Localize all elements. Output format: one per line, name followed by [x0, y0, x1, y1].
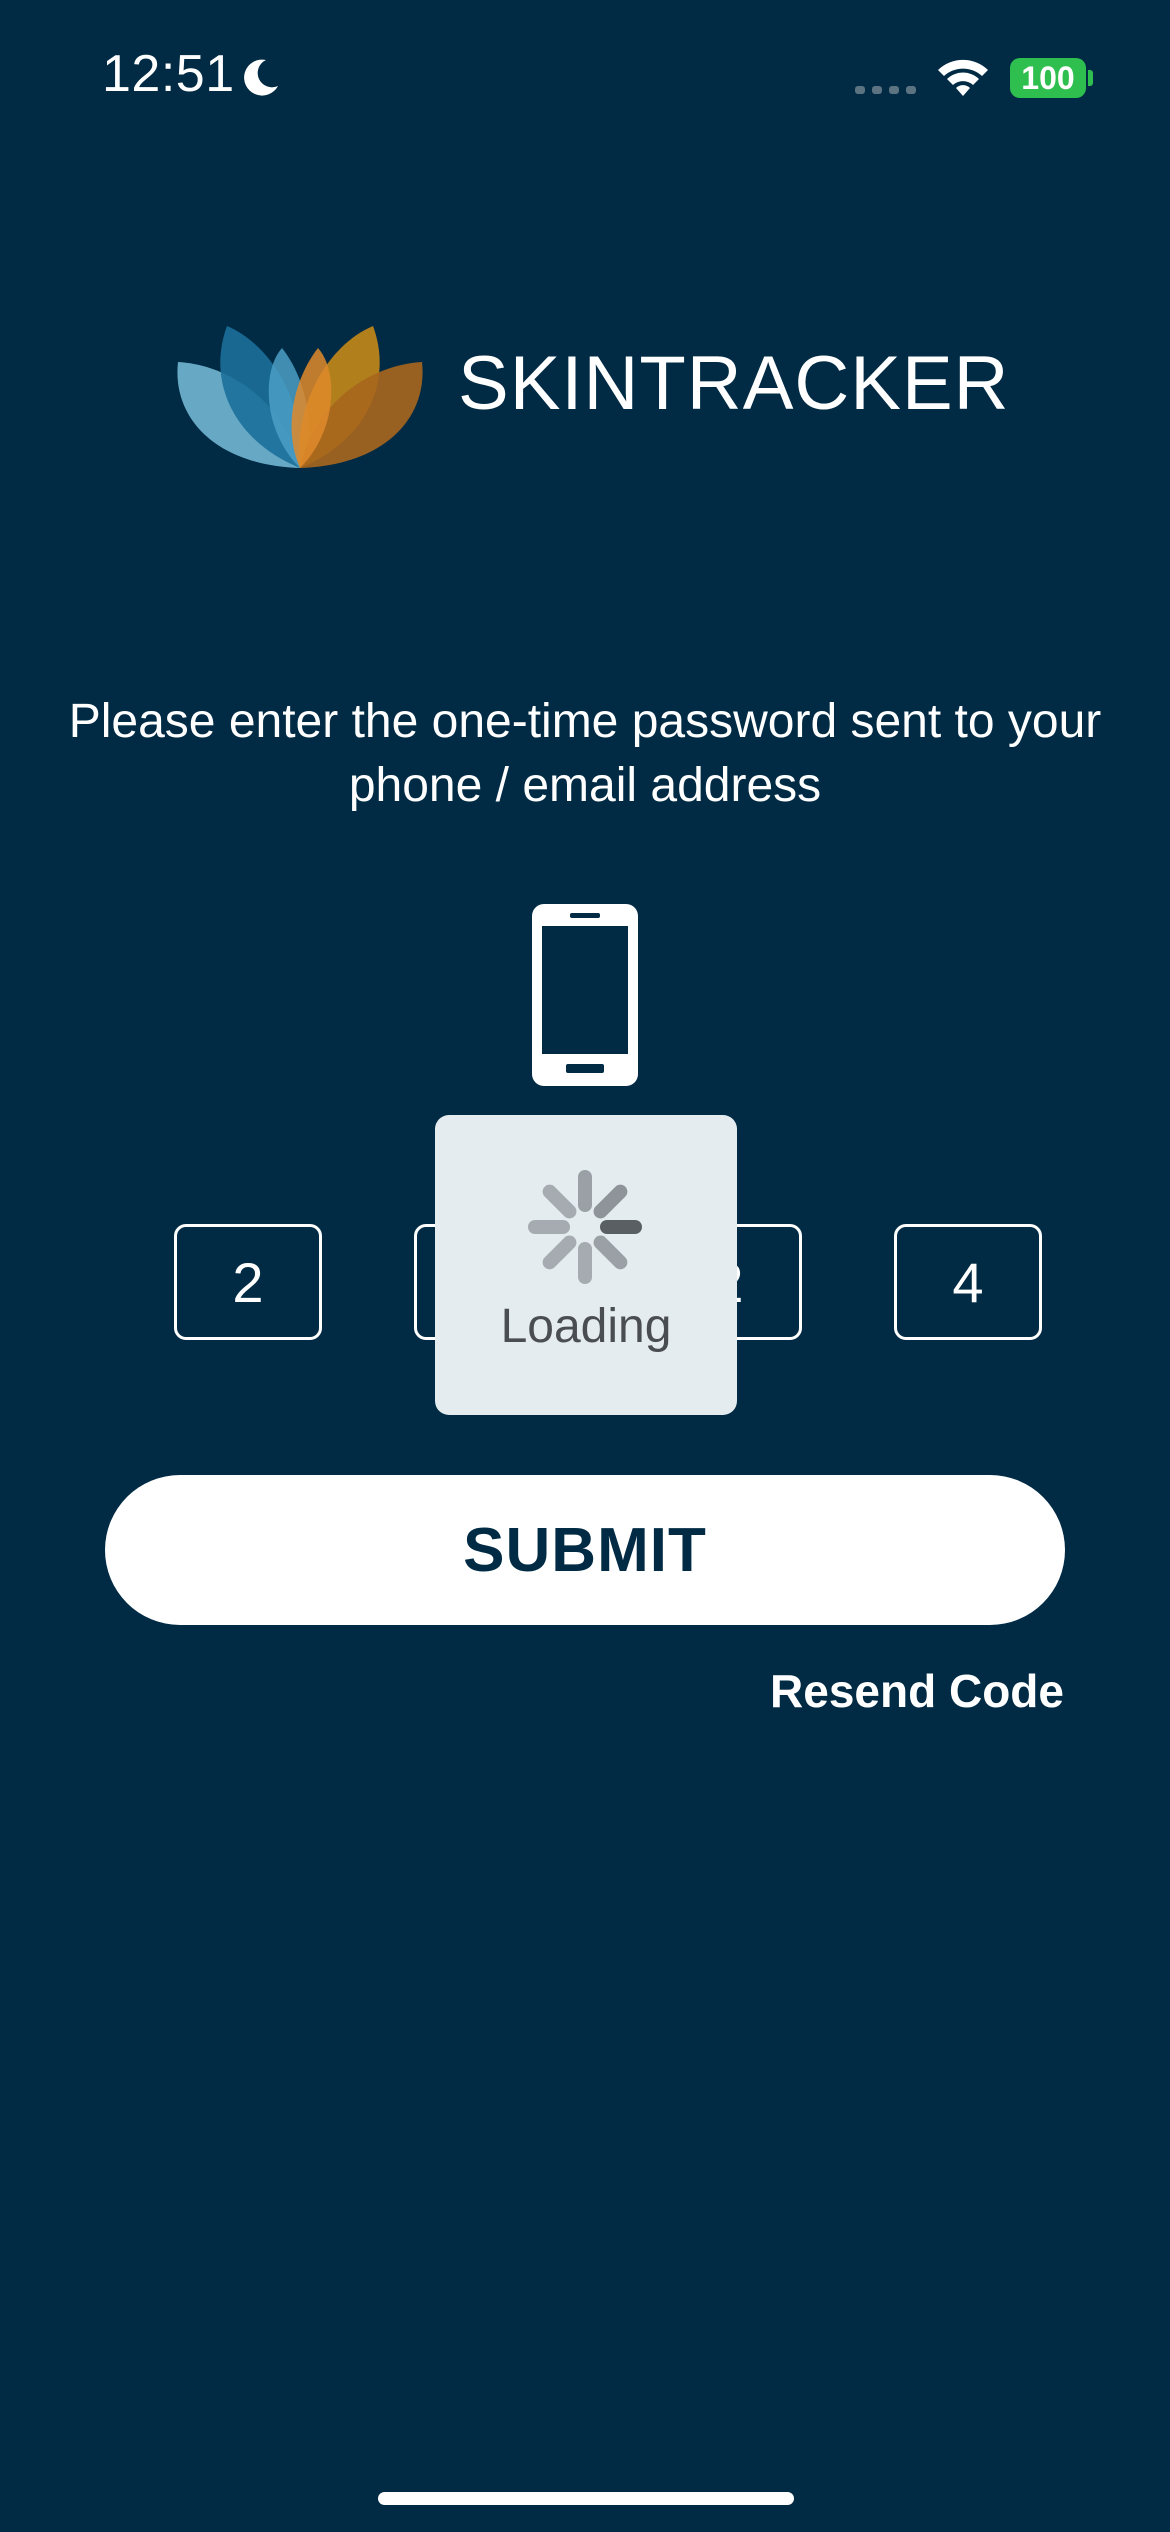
skintracker-logo-icon — [177, 326, 423, 468]
submit-button[interactable]: SUBMIT — [105, 1475, 1065, 1625]
battery-icon: 100 — [1010, 58, 1086, 98]
spinner-icon — [528, 1170, 642, 1284]
cellular-signal-icon — [855, 86, 916, 94]
moon-icon — [244, 59, 278, 96]
status-time: 12:51 — [102, 45, 235, 103]
wifi-icon — [938, 59, 988, 96]
smartphone-icon — [532, 904, 638, 1086]
brand-name: SKINTRACKER — [458, 341, 1010, 426]
loading-overlay: Loading — [435, 1115, 737, 1415]
battery-cap — [1088, 70, 1093, 86]
home-indicator[interactable] — [378, 2492, 794, 2505]
loading-label: Loading — [500, 1300, 672, 1353]
instruction-text: Please enter the one-time password sent … — [68, 695, 1102, 812]
resend-code-link[interactable]: Resend Code — [770, 1664, 1064, 1718]
otp-digit-4[interactable]: 4 — [894, 1224, 1042, 1340]
otp-digit-1[interactable]: 2 — [174, 1224, 322, 1340]
